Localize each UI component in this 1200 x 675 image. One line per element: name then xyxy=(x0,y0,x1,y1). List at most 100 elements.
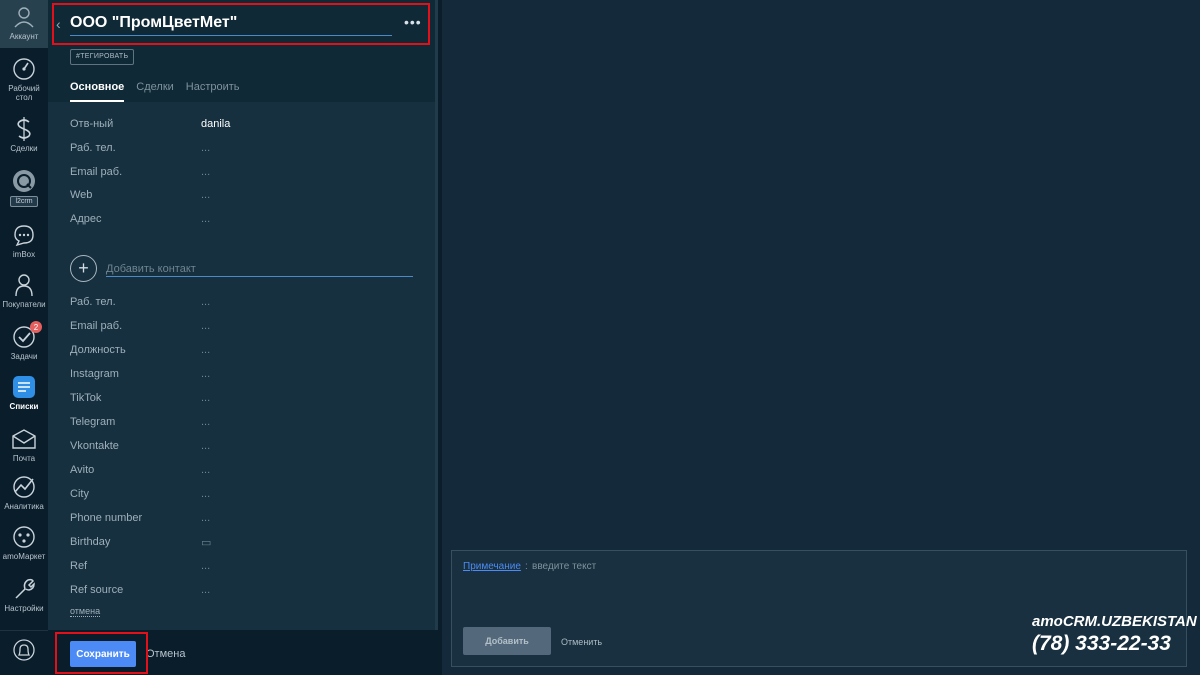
contact-field-phone-number: Phone number ... xyxy=(70,512,410,528)
field-value[interactable]: ... xyxy=(201,392,210,404)
field-value[interactable]: ... xyxy=(201,512,210,524)
nav-item-deals[interactable]: Сделки xyxy=(0,116,48,153)
field-label: Instagram xyxy=(70,368,119,380)
note-input[interactable]: введите текст xyxy=(532,561,596,572)
field-value[interactable]: ... xyxy=(201,142,210,154)
dollar-icon xyxy=(11,116,37,142)
nav-item-label: Задачи xyxy=(10,352,38,361)
nav-item-dashboard[interactable]: Рабочий стол xyxy=(0,56,48,102)
nav-item-mail[interactable]: Почта xyxy=(0,426,48,463)
note-cancel-button[interactable]: Отменить xyxy=(561,637,602,647)
save-button[interactable]: Сохранить xyxy=(70,641,136,667)
field-work-email: Email раб. ... xyxy=(70,166,410,182)
nav-item-label: l2crm xyxy=(10,196,38,207)
field-value[interactable]: ... xyxy=(201,584,210,596)
nav-item-label: Сделки xyxy=(10,144,38,153)
nav-item-label: imBox xyxy=(12,250,36,259)
wrench-icon xyxy=(11,576,37,602)
tasks-icon: 2 xyxy=(11,321,42,350)
field-label: Ref source xyxy=(70,584,124,596)
field-label: Avito xyxy=(70,464,95,476)
field-value[interactable]: ... xyxy=(201,368,210,380)
back-chevron-icon[interactable]: ‹ xyxy=(56,16,61,32)
contact-field-work-email: Email раб. ... xyxy=(70,320,410,336)
field-value[interactable]: ... xyxy=(201,416,210,428)
nav-item-analytics[interactable]: Аналитика xyxy=(0,474,48,511)
contact-field-birthday: Birthday ▭ xyxy=(70,536,410,552)
brand-watermark: amoCRM.UZBEKISTAN (78) 333-22-33 xyxy=(1032,612,1197,656)
note-add-button[interactable]: Добавить xyxy=(463,627,551,655)
note-colon: : xyxy=(525,561,528,572)
field-value[interactable]: ... xyxy=(201,488,210,500)
field-value[interactable]: ... xyxy=(201,560,210,572)
contact-field-tiktok: TikTok ... xyxy=(70,392,410,408)
field-label: Web xyxy=(70,189,93,201)
cancel-contact-link[interactable]: отмена xyxy=(70,606,101,617)
field-work-phone: Раб. тел. ... xyxy=(70,142,410,158)
contact-field-position: Должность ... xyxy=(70,344,410,360)
more-options-icon[interactable]: ••• xyxy=(404,14,422,30)
field-responsible: Отв-ный danila xyxy=(70,118,410,134)
company-card: ‹ ООО "ПромЦветМет" ••• #ТЕГИРОВАТЬ Осно… xyxy=(48,0,438,630)
chat-icon xyxy=(11,222,37,248)
field-value[interactable]: ... xyxy=(201,464,210,476)
nav-item-label: Списки xyxy=(9,402,39,411)
field-label: Отв-ный xyxy=(70,118,114,130)
brand-name: amoCRM.UZBEKISTAN xyxy=(1032,613,1197,630)
tab-main[interactable]: Основное xyxy=(70,80,125,102)
l2crm-icon xyxy=(11,168,37,194)
field-value[interactable]: ... xyxy=(201,213,210,225)
field-address: Адрес ... xyxy=(70,213,410,229)
field-label: Раб. тел. xyxy=(70,142,116,154)
company-title-field[interactable]: ООО "ПромЦветМет" xyxy=(70,10,392,36)
field-label: City xyxy=(70,488,89,500)
nav-notifications[interactable] xyxy=(0,630,48,675)
tab-configure[interactable]: Настроить xyxy=(186,80,240,102)
field-value[interactable]: ... xyxy=(201,440,210,452)
field-label: Birthday xyxy=(70,536,111,548)
cancel-button[interactable]: Отмена xyxy=(146,648,185,660)
calendar-icon[interactable]: ▭ xyxy=(201,536,211,549)
field-label: Vkontakte xyxy=(70,440,119,452)
nav-item-tasks[interactable]: 2 Задачи xyxy=(0,321,48,361)
contact-field-work-phone: Раб. тел. ... xyxy=(70,296,410,312)
contact-field-instagram: Instagram ... xyxy=(70,368,410,384)
field-value[interactable]: ... xyxy=(201,320,210,332)
nav-account[interactable]: Аккаунт xyxy=(0,0,48,48)
customers-icon xyxy=(11,272,37,298)
nav-account-label: Аккаунт xyxy=(9,32,39,41)
tab-deals[interactable]: Сделки xyxy=(136,80,174,102)
tag-button[interactable]: #ТЕГИРОВАТЬ xyxy=(70,49,135,65)
company-title: ООО "ПромЦветМет" xyxy=(70,14,238,31)
analytics-icon xyxy=(11,474,37,500)
card-action-bar: Сохранить Отмена xyxy=(48,630,442,675)
add-contact-input[interactable]: Добавить контакт xyxy=(106,263,413,277)
nav-item-lists[interactable]: Списки xyxy=(0,374,48,411)
contact-field-ref-source: Ref source ... xyxy=(70,584,410,600)
mail-icon xyxy=(11,426,37,452)
nav-item-imbox[interactable]: imBox xyxy=(0,222,48,259)
field-web: Web ... xyxy=(70,189,410,205)
contact-field-avito: Avito ... xyxy=(70,464,410,480)
field-value[interactable]: danila xyxy=(201,118,230,130)
note-type-link[interactable]: Примечание xyxy=(463,561,521,572)
nav-item-l2crm[interactable]: l2crm xyxy=(0,168,48,207)
field-value[interactable]: ... xyxy=(201,189,210,201)
plus-icon[interactable]: + xyxy=(70,255,97,282)
field-label: Email раб. xyxy=(70,320,123,332)
field-label: Должность xyxy=(70,344,126,356)
nav-item-settings[interactable]: Настройки xyxy=(0,576,48,613)
field-label: Telegram xyxy=(70,416,116,428)
nav-item-market[interactable]: amoМаркет xyxy=(0,524,48,561)
field-label: TikTok xyxy=(70,392,102,404)
contact-field-telegram: Telegram ... xyxy=(70,416,410,432)
field-value[interactable]: ... xyxy=(201,296,210,308)
nav-item-customers[interactable]: Покупатели xyxy=(0,272,48,309)
contact-field-ref: Ref ... xyxy=(70,560,410,576)
market-icon xyxy=(11,524,37,550)
field-label: Phone number xyxy=(70,512,143,524)
field-value[interactable]: ... xyxy=(201,344,210,356)
bell-icon xyxy=(12,638,36,669)
field-label: Раб. тел. xyxy=(70,296,116,308)
field-value[interactable]: ... xyxy=(201,166,210,178)
